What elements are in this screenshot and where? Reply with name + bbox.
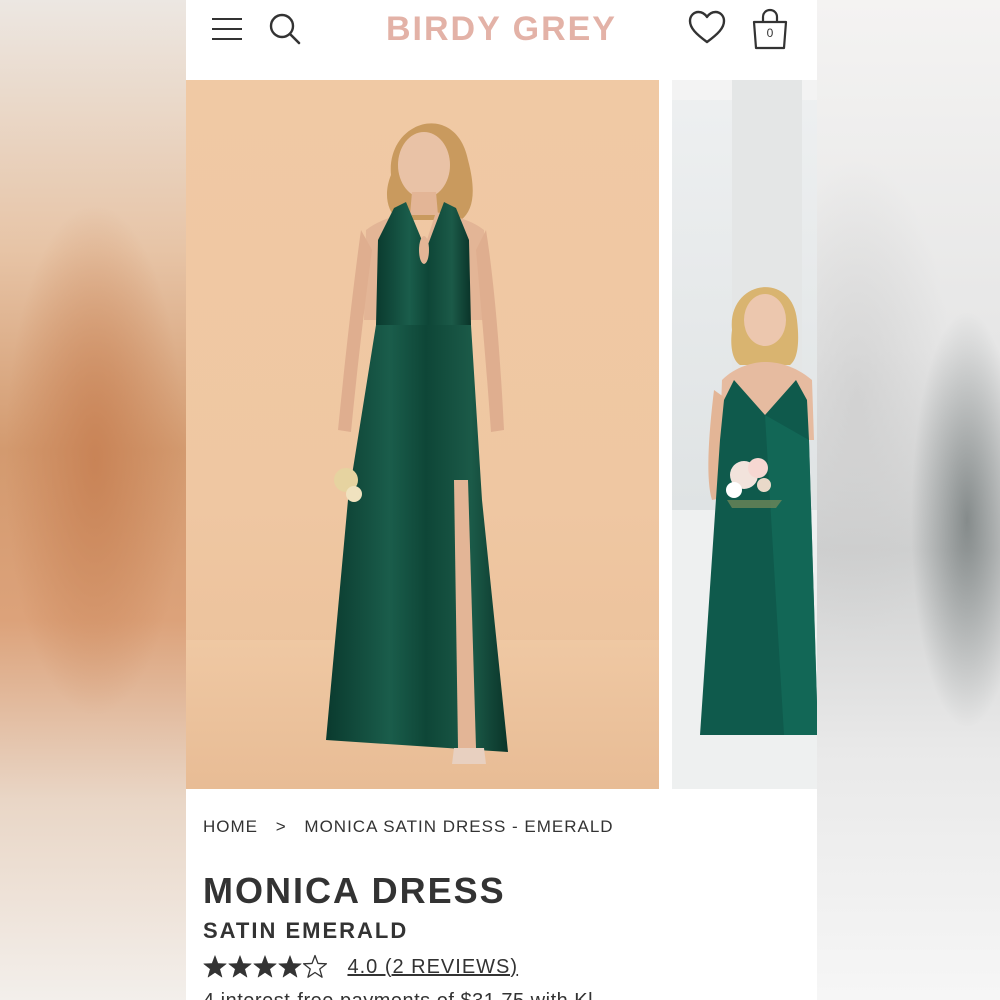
star-filled-icon — [203, 955, 227, 978]
cart-count-badge: 0 — [766, 26, 774, 40]
model-with-bouquet-photo — [672, 80, 817, 789]
product-rating: 4.0 (2 REVIEWS) — [203, 954, 518, 980]
breadcrumb: HOME > MONICA SATIN DRESS - EMERALD — [203, 817, 614, 837]
breadcrumb-current-link[interactable]: MONICA SATIN DRESS - EMERALD — [304, 817, 613, 836]
wishlist-button[interactable] — [688, 10, 726, 46]
heart-icon — [688, 10, 726, 44]
star-filled-icon — [278, 955, 302, 978]
product-image-main[interactable] — [186, 80, 659, 789]
model-emerald-dress-photo — [186, 123, 659, 789]
star-rating — [203, 954, 328, 978]
blurred-background-right — [817, 0, 1000, 1000]
breadcrumb-separator: > — [275, 817, 287, 836]
star-filled-icon — [228, 955, 252, 978]
breadcrumb-home-link[interactable]: HOME — [203, 817, 258, 836]
blurred-background-left — [0, 0, 186, 1000]
product-title: MONICA DRESS — [203, 870, 506, 911]
installments-text: 4 interest-free payments of $31.75 with … — [203, 990, 593, 1000]
product-image-secondary[interactable] — [672, 80, 817, 789]
product-page: BIRDY GREY 0 HOME > MONICA SATIN DRESS -… — [186, 0, 817, 1000]
cart-button[interactable]: 0 — [751, 8, 789, 50]
site-header: BIRDY GREY 0 — [186, 0, 817, 80]
reviews-link[interactable]: 4.0 (2 REVIEWS) — [347, 956, 518, 979]
product-variant: SATIN EMERALD — [203, 918, 409, 943]
star-filled-icon — [253, 955, 277, 978]
star-empty-icon — [302, 954, 328, 978]
